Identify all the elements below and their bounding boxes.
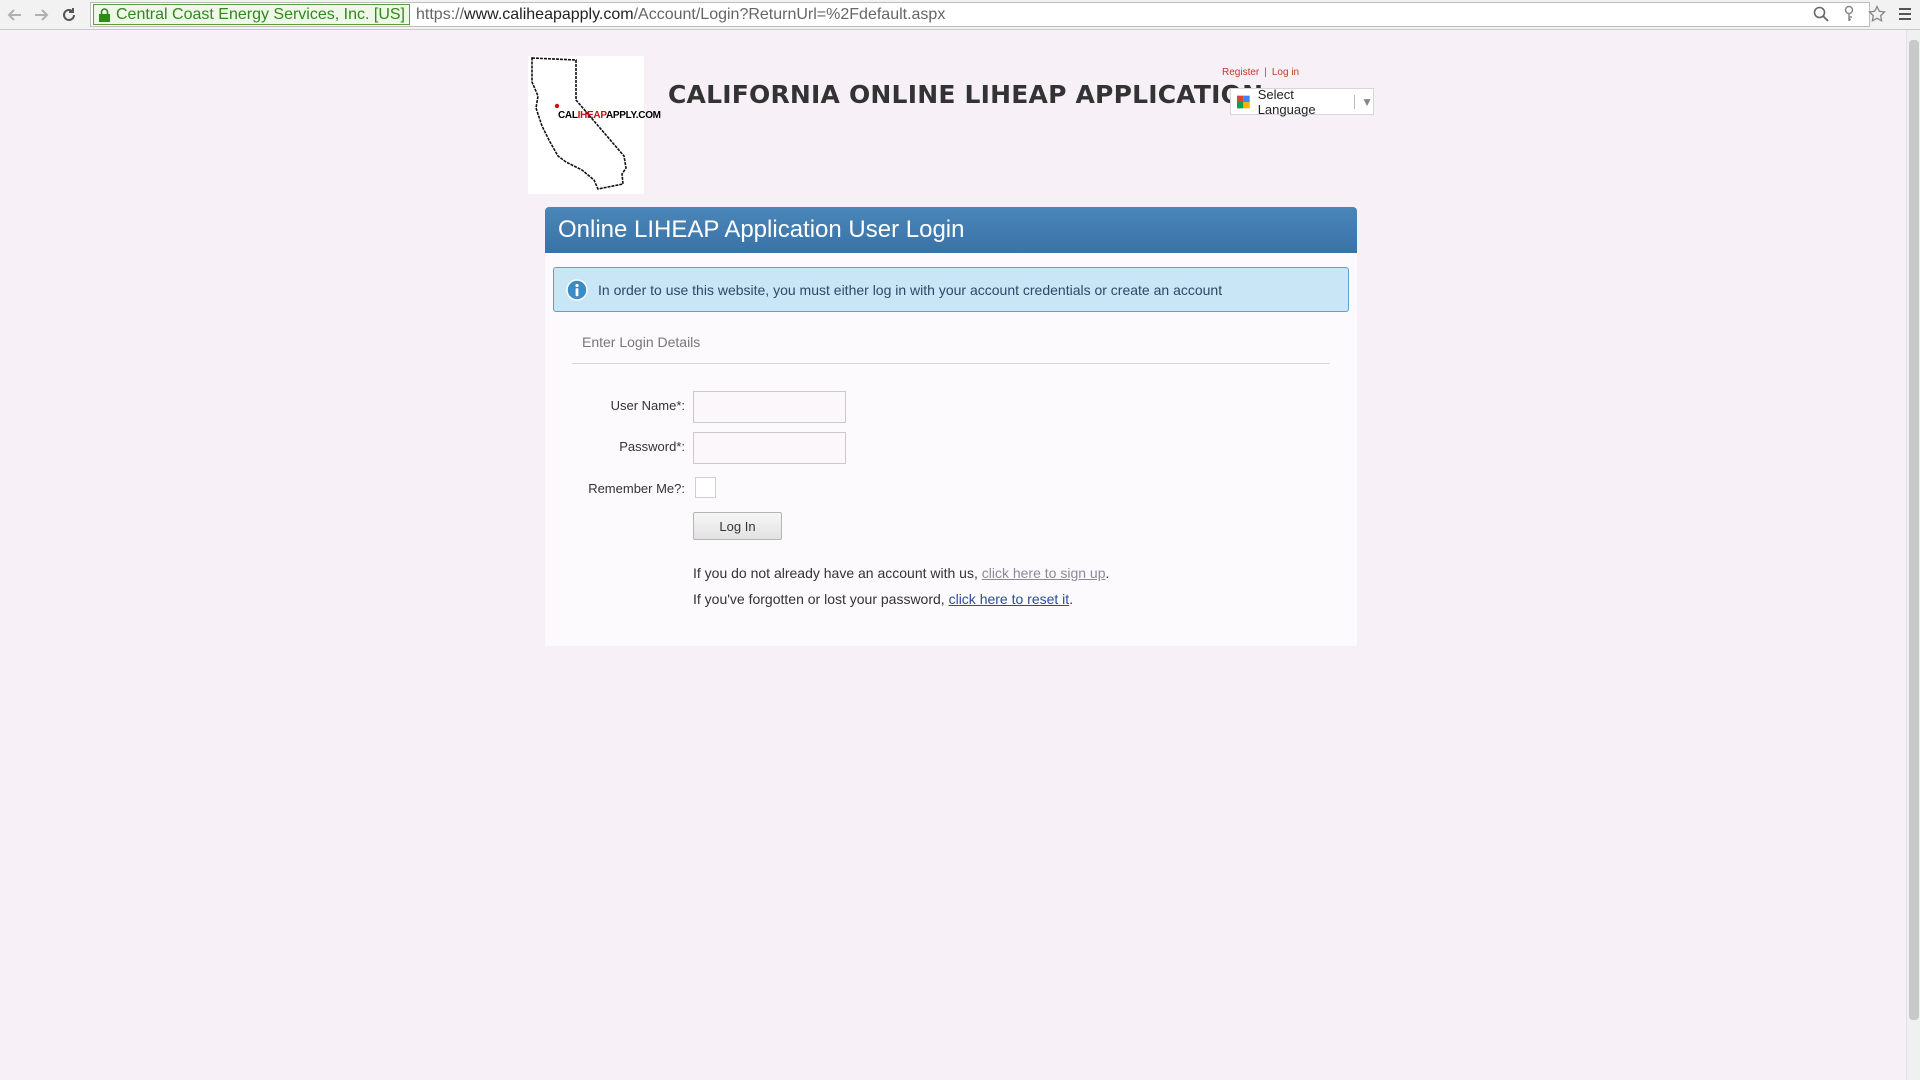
logo-text: CALIHEAPAPPLY.COM [558,110,661,121]
login-link[interactable]: Log in [1272,67,1299,78]
username-label: User Name*: [610,398,685,413]
section-label: Enter Login Details [582,334,701,350]
lock-icon [99,7,110,22]
address-bar[interactable]: Central Coast Energy Services, Inc. [US]… [90,2,1870,27]
browser-toolbar: Central Coast Energy Services, Inc. [US]… [0,0,1920,30]
forward-arrow-icon[interactable] [29,3,53,27]
google-translate-icon [1237,95,1250,108]
section-divider [572,363,1330,364]
ev-label: Central Coast Energy Services, Inc. [US] [116,5,405,23]
reset-help-line: If you've forgotten or lost your passwor… [693,591,1073,607]
url-path: /Account/Login?ReturnUrl=%2Fdefault.aspx [633,5,946,23]
url-host: www.caliheapapply.com [464,5,634,23]
star-icon[interactable] [1866,3,1888,25]
account-links: Register | Log in [1222,67,1299,78]
ev-certificate-badge[interactable]: Central Coast Energy Services, Inc. [US] [93,4,410,25]
info-message-box: In order to use this website, you must e… [553,267,1349,312]
username-input[interactable] [693,391,846,423]
register-link[interactable]: Register [1222,67,1259,78]
remember-me-label: Remember Me?: [588,481,685,496]
signup-suffix: . [1105,565,1110,581]
reset-prefix: If you've forgotten or lost your passwor… [693,591,949,607]
signup-link[interactable]: click here to sign up [982,565,1106,581]
link-separator: | [1264,67,1267,78]
password-label: Password*: [619,439,685,454]
language-select[interactable]: Select Language ▼ [1230,86,1374,117]
login-button[interactable]: Log In [693,512,782,540]
page-scrollbar[interactable] [1906,30,1920,1080]
login-panel: Online LIHEAP Application User Login In … [545,207,1357,646]
reset-password-link[interactable]: click here to reset it [949,591,1070,607]
browser-actions [1810,3,1920,25]
site-logo[interactable]: CALIHEAPAPPLY.COM [528,56,661,194]
remember-me-checkbox[interactable] [695,477,716,498]
reset-suffix: . [1069,591,1074,607]
reload-icon[interactable] [57,3,81,27]
signup-prefix: If you do not already have an account wi… [693,565,982,581]
password-input[interactable] [693,432,846,464]
chevron-down-icon: ▼ [1361,94,1373,109]
url-text[interactable]: https://www.caliheapapply.com/Account/Lo… [416,6,945,24]
site-title: CALIFORNIA ONLINE LIHEAP APPLICATION [668,80,1264,109]
select-divider [1354,94,1356,109]
search-icon[interactable] [1810,3,1832,25]
back-arrow-icon[interactable] [3,3,27,27]
info-icon [566,278,588,301]
california-map-icon [531,57,627,190]
panel-title: Online LIHEAP Application User Login [545,207,1357,253]
key-icon[interactable] [1838,3,1860,25]
url-scheme: https:// [416,5,465,23]
menu-icon[interactable] [1894,3,1916,25]
language-label: Select Language [1257,86,1316,117]
signup-help-line: If you do not already have an account wi… [693,565,1109,581]
scrollbar-thumb[interactable] [1909,40,1919,1020]
info-message-text: In order to use this website, you must e… [598,281,1223,298]
